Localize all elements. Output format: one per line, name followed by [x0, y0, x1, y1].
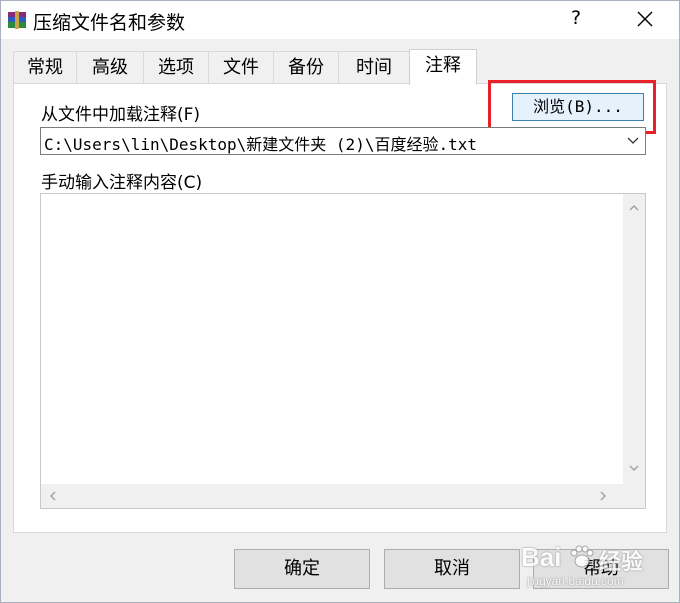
baidu-jingyan-watermark: Bai 经验 jingyan.baidu.com	[521, 542, 671, 592]
scroll-up-icon[interactable]	[626, 200, 642, 216]
tab-backup[interactable]: 备份	[273, 51, 339, 83]
title-bar: 压缩文件名和参数 ?	[1, 1, 679, 39]
tab-time[interactable]: 时间	[338, 51, 410, 83]
paw-logo-icon	[570, 545, 594, 568]
watermark-url: jingyan.baidu.com	[527, 574, 624, 588]
tab-advanced[interactable]: 高级	[76, 51, 144, 83]
load-from-file-label: 从文件中加载注释(F)	[41, 105, 201, 125]
comment-file-combobox[interactable]: C:\Users\lin\Desktop\新建文件夹 (2)\百度经验.txt	[40, 127, 646, 155]
manual-comment-label: 手动输入注释内容(C)	[41, 173, 203, 193]
scrollbar-corner	[623, 484, 645, 508]
vertical-scrollbar[interactable]	[623, 194, 645, 484]
horizontal-scrollbar[interactable]	[41, 484, 623, 508]
chevron-down-icon[interactable]	[625, 132, 641, 150]
watermark-brand-cn: 经验	[599, 549, 644, 574]
tab-files[interactable]: 文件	[208, 51, 274, 83]
close-icon[interactable]	[627, 5, 663, 33]
tab-general[interactable]: 常规	[13, 51, 77, 83]
help-icon[interactable]: ?	[564, 7, 588, 31]
watermark-brand: Bai	[521, 542, 562, 572]
window-title: 压缩文件名和参数	[33, 12, 186, 34]
comment-panel: 从文件中加载注释(F) 浏览(B)... C:\Users\lin\Deskto…	[13, 80, 667, 533]
tab-comment[interactable]: 注释	[409, 49, 477, 85]
tab-options[interactable]: 选项	[143, 51, 209, 83]
scroll-right-icon[interactable]	[595, 488, 611, 504]
browse-button[interactable]: 浏览(B)...	[512, 93, 644, 121]
scroll-down-icon[interactable]	[626, 460, 642, 476]
comment-file-path: C:\Users\lin\Desktop\新建文件夹 (2)\百度经验.txt	[44, 135, 477, 154]
cancel-button[interactable]: 取消	[384, 549, 520, 589]
compression-dialog: 压缩文件名和参数 ? 常规 高级 选项 文件 备份 时间 注释 从文件中加载注释…	[0, 0, 680, 603]
ok-button[interactable]: 确定	[234, 549, 370, 589]
winrar-app-icon	[8, 11, 26, 29]
scroll-left-icon[interactable]	[45, 488, 61, 504]
comment-textarea[interactable]	[40, 193, 646, 509]
